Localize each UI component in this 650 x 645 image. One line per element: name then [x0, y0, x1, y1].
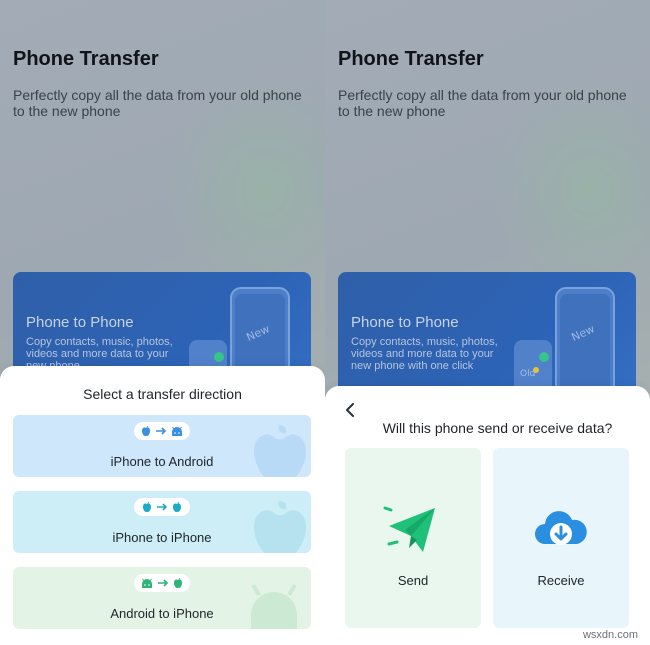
left-screen: Phone Transfer Perfectly copy all the da…: [0, 0, 325, 645]
receive-cloud-download-icon: [535, 511, 587, 545]
android-icon: [172, 426, 182, 436]
direction-pill: [134, 422, 190, 440]
right-screen: Phone Transfer Perfectly copy all the da…: [325, 0, 650, 645]
phones-illustration-icon: Old New: [514, 287, 615, 402]
apple-icon: [173, 502, 181, 512]
option-android-to-iphone[interactable]: Android to iPhone: [13, 567, 311, 629]
send-option-card[interactable]: Send: [345, 448, 481, 628]
apple-icon: [142, 426, 150, 436]
android-icon: [142, 578, 152, 588]
page-subtitle: Perfectly copy all the data from your ol…: [338, 87, 627, 119]
send-paper-plane-icon: [383, 506, 435, 552]
apple-icon: [143, 502, 151, 512]
direction-pill: [134, 574, 190, 592]
old-phone-label: Old: [520, 369, 535, 379]
arrow-right-icon: [157, 503, 168, 511]
direction-pill: [134, 498, 190, 516]
option-label: iPhone to iPhone: [112, 530, 212, 545]
arrow-right-icon: [156, 427, 167, 435]
arrow-right-icon: [158, 579, 169, 587]
option-label: Android to iPhone: [110, 606, 214, 621]
send-label: Send: [397, 573, 429, 588]
back-arrow-icon[interactable]: [341, 400, 361, 420]
send-receive-sheet: Will this phone send or receive data? Se…: [325, 386, 650, 645]
hero-title: Phone to Phone: [26, 314, 134, 331]
option-label: iPhone to Android: [110, 454, 214, 469]
hero-description: Copy contacts, music, photos, videos and…: [351, 336, 498, 372]
receive-option-card[interactable]: Receive: [493, 448, 629, 628]
sheet-title: Select a transfer direction: [83, 386, 242, 402]
apple-icon: [174, 578, 182, 588]
option-iphone-to-android[interactable]: iPhone to Android: [13, 415, 311, 477]
site-watermark: wsxdn.com: [582, 629, 638, 641]
receive-label: Receive: [537, 573, 585, 588]
page-title: Phone Transfer: [13, 48, 159, 70]
page-title: Phone Transfer: [338, 48, 484, 70]
page-subtitle: Perfectly copy all the data from your ol…: [13, 87, 302, 119]
option-iphone-to-iphone[interactable]: iPhone to iPhone: [13, 491, 311, 553]
sheet-title: Will this phone send or receive data?: [382, 420, 613, 436]
hero-title: Phone to Phone: [351, 314, 459, 331]
transfer-direction-sheet: Select a transfer direction iPhone to An…: [0, 366, 325, 645]
